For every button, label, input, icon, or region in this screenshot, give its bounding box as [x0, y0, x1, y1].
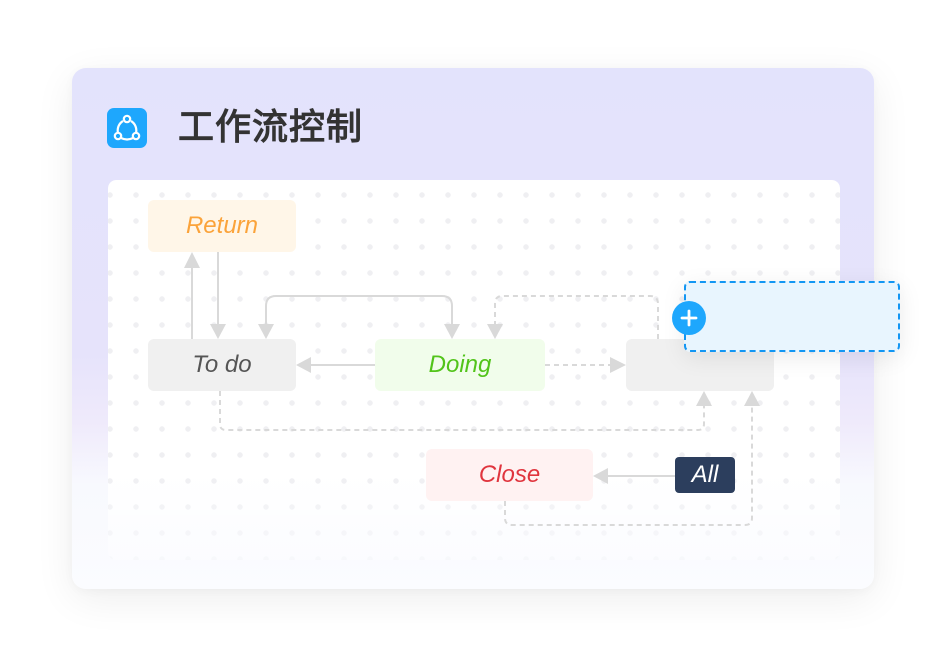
node-todo[interactable]: To do: [148, 339, 296, 391]
plus-icon: [680, 309, 698, 327]
node-label: Doing: [428, 351, 492, 378]
arrowhead: [258, 324, 274, 339]
edge-unnamed-doing[interactable]: [494, 295, 659, 339]
node-all[interactable]: All: [675, 457, 735, 493]
edge-todo-unnamed[interactable]: [219, 391, 705, 431]
arrowhead: [210, 324, 226, 339]
arrowhead: [296, 357, 311, 373]
add-node-button[interactable]: [672, 301, 706, 335]
node-doing[interactable]: Doing: [375, 339, 545, 391]
node-label: Return: [185, 212, 259, 239]
arrowhead: [487, 324, 503, 339]
edge-todo-doing[interactable]: [265, 295, 453, 326]
node-return[interactable]: Return: [148, 200, 296, 252]
new-node-placeholder[interactable]: [684, 281, 900, 352]
arrowhead: [744, 391, 760, 406]
arrowhead: [184, 252, 200, 268]
node-close[interactable]: Close: [426, 449, 593, 501]
arrowhead: [593, 468, 608, 484]
arrowhead: [696, 391, 712, 406]
node-label: To do: [192, 351, 252, 378]
arrowhead: [444, 324, 460, 339]
node-label: All: [691, 461, 719, 488]
node-label: Close: [478, 461, 541, 488]
arrowhead: [610, 357, 626, 373]
